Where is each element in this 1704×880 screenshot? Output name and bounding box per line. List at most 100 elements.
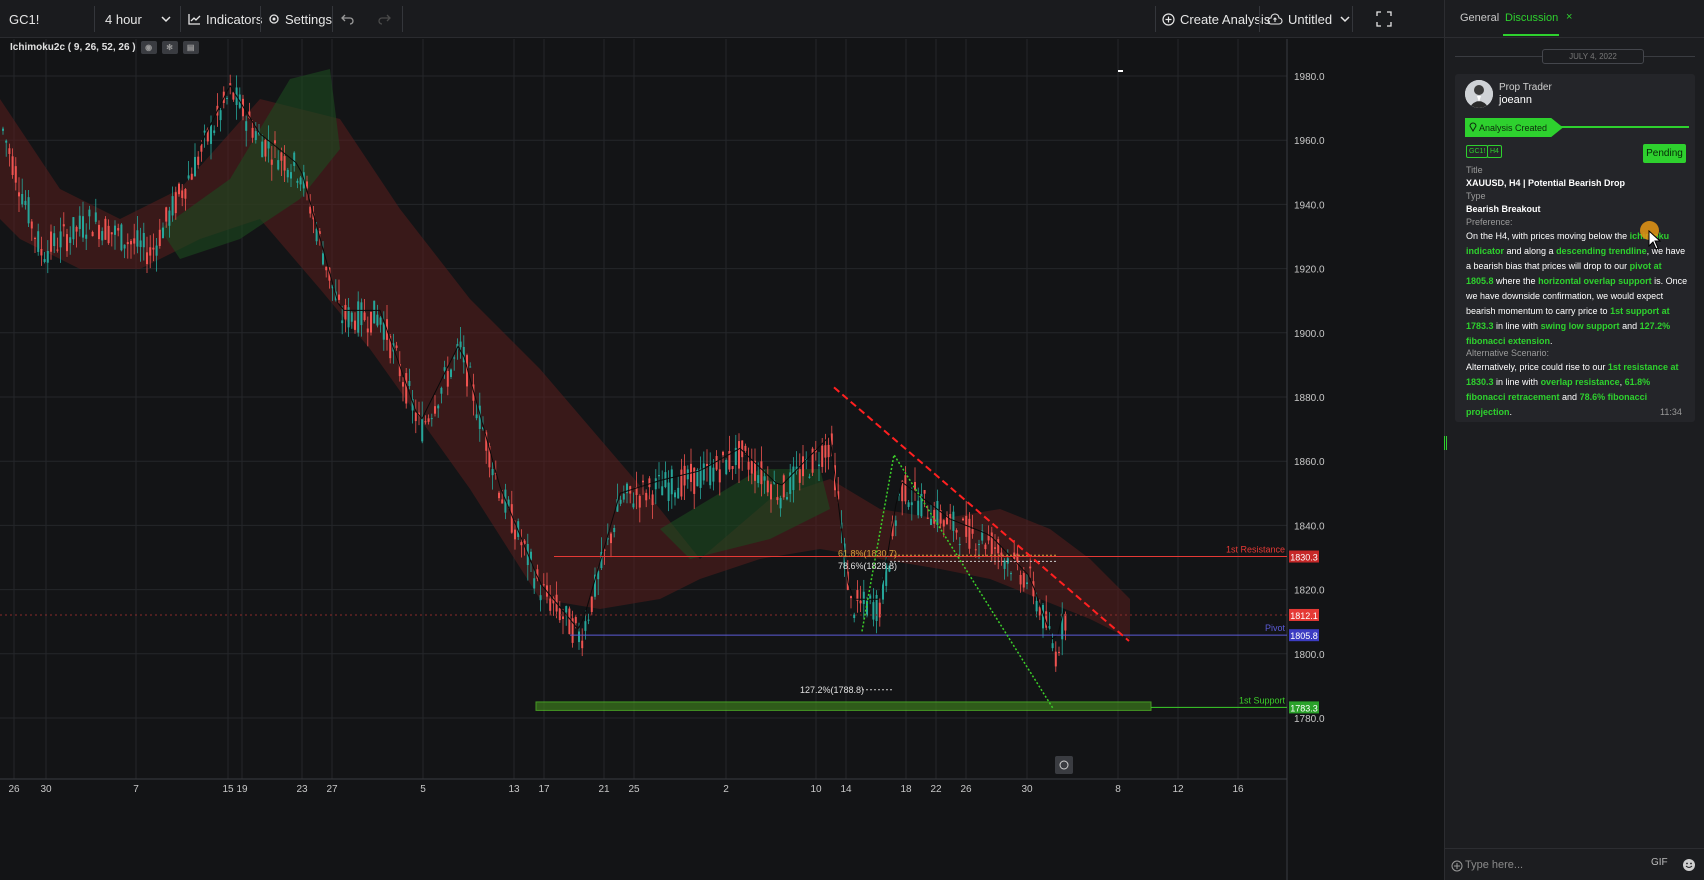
candle-body — [1038, 607, 1041, 616]
chevron-down-icon — [1340, 16, 1350, 23]
alt-scenario-label: Alternative Scenario: — [1466, 348, 1550, 358]
candle-body — [155, 245, 158, 256]
price-tick-label: 1820.0 — [1294, 586, 1325, 597]
candle-body — [757, 475, 760, 484]
candle-body — [82, 216, 84, 238]
candle-body — [670, 469, 673, 495]
emoji-icon[interactable] — [1682, 858, 1696, 872]
candle-body — [747, 461, 750, 470]
undo-button[interactable] — [341, 0, 360, 38]
candle-body — [619, 499, 622, 504]
candle-body — [1064, 613, 1067, 631]
candle-body — [498, 492, 500, 499]
username[interactable]: joeann — [1499, 94, 1532, 106]
candle-body — [56, 249, 59, 251]
candle-body — [136, 230, 139, 247]
candle-body — [184, 188, 187, 199]
time-tick-label: 26 — [960, 784, 972, 795]
candle-body — [910, 502, 913, 506]
candle-body — [174, 192, 177, 214]
gear-icon — [269, 14, 279, 24]
candle-body — [1054, 651, 1057, 667]
candle-body — [5, 140, 8, 143]
candle-body — [267, 140, 270, 149]
create-analysis-button[interactable]: Create Analysis — [1162, 0, 1270, 38]
candle-body — [581, 640, 584, 649]
candle-body — [453, 357, 456, 359]
candle-body — [651, 494, 654, 506]
candle-body — [894, 520, 897, 526]
candle-body — [821, 445, 824, 467]
message-input[interactable]: Type here... — [1465, 859, 1523, 871]
candle-body — [114, 225, 116, 235]
candle-body — [181, 190, 184, 198]
interval-selector[interactable]: 4 hour — [105, 0, 173, 38]
trash-icon[interactable]: ▤ — [182, 41, 199, 54]
candle-body — [59, 231, 62, 248]
candle-body — [34, 238, 36, 240]
symbol-selector[interactable]: GC1! — [9, 0, 39, 38]
candle-body — [622, 493, 625, 500]
time-tick-label: 30 — [1021, 784, 1033, 795]
candle-body — [78, 215, 81, 230]
candle-body — [763, 476, 766, 481]
settings-button[interactable]: Settings — [268, 0, 332, 38]
avatar — [1465, 80, 1493, 108]
candle-body — [802, 456, 804, 477]
candle-body — [1019, 574, 1022, 585]
candle-body — [370, 311, 372, 333]
candle-body — [382, 322, 385, 340]
time-tick-label: 26 — [8, 784, 20, 795]
candle-body — [786, 497, 788, 500]
candle-body — [869, 595, 872, 600]
preference-label: Preference: — [1466, 217, 1513, 227]
candle-body — [414, 412, 417, 422]
indicators-button[interactable]: Indicators — [188, 0, 262, 38]
price-tick-label: 1780.0 — [1294, 714, 1325, 725]
redo-button[interactable] — [377, 0, 396, 38]
eye-icon[interactable]: ◉ — [140, 41, 157, 54]
fullscreen-button[interactable] — [1376, 0, 1397, 38]
chart-canvas[interactable]: 1980.0 1960.0 1940.0 1920.0 1900.0 1880.0 1860… — [0, 39, 1444, 880]
redo-icon — [378, 14, 391, 25]
date-pill: JULY 4, 2022 — [1542, 49, 1644, 64]
candle-body — [459, 341, 462, 348]
candle-body — [590, 596, 593, 612]
toolbar-divider — [1352, 6, 1353, 32]
candle-body — [232, 92, 235, 100]
candle-body — [974, 549, 977, 551]
tab-general[interactable]: General — [1460, 12, 1499, 24]
fib-618-label: 61.8%(1830.7) — [838, 548, 897, 558]
candle-body — [402, 382, 404, 387]
chevron-down-icon — [161, 16, 171, 23]
candle-body — [18, 192, 20, 197]
layout-selector[interactable]: Untitled — [1267, 0, 1355, 38]
candle-body — [354, 320, 356, 330]
candle-body — [491, 469, 494, 476]
gif-button[interactable]: GIF — [1651, 857, 1668, 868]
plus-circle-icon[interactable] — [1451, 860, 1463, 872]
toolbar-divider — [260, 6, 261, 32]
settings-label: Settings — [285, 11, 332, 27]
gear-icon[interactable]: ✻ — [161, 41, 178, 54]
title-value: XAUUSD, H4 | Potential Bearish Drop — [1466, 178, 1626, 188]
candle-body — [245, 121, 248, 131]
candle-body — [254, 131, 257, 141]
alert-marker-bg — [1055, 756, 1073, 774]
close-icon[interactable]: × — [1566, 11, 1572, 23]
price-chart[interactable]: 1980.0 1960.0 1940.0 1920.0 1900.0 1880.0 1860… — [0, 39, 1444, 880]
candle-body — [808, 476, 811, 478]
candle-body — [1010, 573, 1012, 575]
tab-discussion[interactable]: Discussion — [1505, 12, 1558, 24]
candle-body — [574, 617, 577, 624]
create-analysis-label: Create Analysis — [1180, 11, 1271, 27]
candle-body — [722, 451, 724, 456]
candle-body — [725, 459, 728, 475]
candle-body — [645, 492, 648, 501]
panel-resize-handle[interactable] — [1444, 436, 1447, 450]
time-tick-label: 30 — [40, 784, 52, 795]
candle-body — [437, 405, 440, 409]
candle-body — [299, 177, 302, 185]
user-role: Prop Trader — [1499, 82, 1552, 93]
time-tick-label: 16 — [1232, 784, 1244, 795]
